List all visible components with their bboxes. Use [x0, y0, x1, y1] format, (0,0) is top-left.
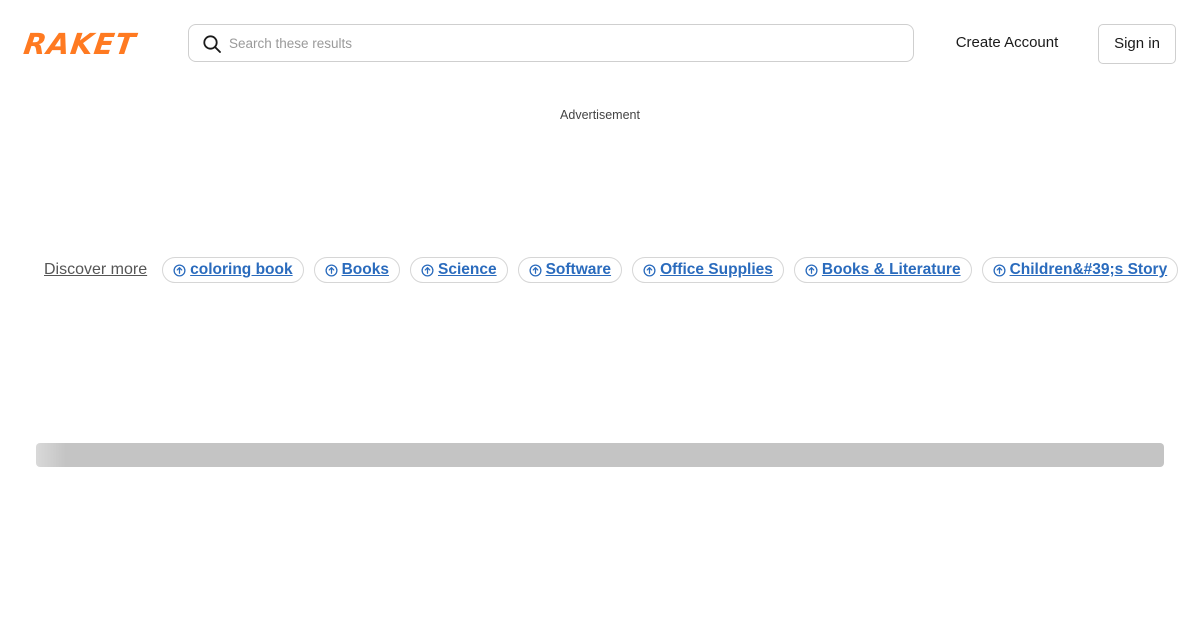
discover-chip-label: Software — [545, 261, 612, 278]
discover-chip-label: Books & Literature — [821, 261, 961, 278]
search-input[interactable] — [229, 25, 899, 61]
circle-arrow-up-icon — [643, 263, 656, 277]
loading-placeholder-bar — [36, 443, 1164, 467]
discover-chip-label: coloring book — [190, 261, 293, 278]
site-header: RAKET Create Account Sign in — [0, 0, 1200, 86]
discover-chip-label: Science — [437, 261, 497, 278]
discover-chip[interactable]: Office Supplies — [632, 257, 784, 283]
advertisement-label: Advertisement — [560, 108, 640, 122]
search-icon — [203, 35, 221, 53]
circle-arrow-up-icon — [325, 263, 338, 277]
discover-chip[interactable]: Books — [313, 257, 400, 283]
discover-chip[interactable]: Children&#39;s Story — [981, 257, 1179, 283]
discover-chip-label: Children&#39;s Story — [1009, 261, 1168, 278]
create-account-button[interactable]: Create Account — [940, 24, 1074, 62]
discover-chip[interactable]: coloring book — [162, 257, 304, 283]
discover-chip-label: Office Supplies — [660, 261, 773, 278]
circle-arrow-up-icon — [173, 263, 186, 277]
sign-in-button[interactable]: Sign in — [1098, 24, 1176, 64]
circle-arrow-up-icon — [421, 263, 434, 277]
discover-chip[interactable]: Science — [409, 257, 508, 283]
circle-arrow-up-icon — [529, 263, 542, 277]
discover-more-link[interactable]: Discover more — [44, 261, 147, 279]
discover-chip[interactable]: Books & Literature — [793, 257, 972, 283]
discover-chip-label: Books — [341, 261, 389, 278]
circle-arrow-up-icon — [805, 263, 818, 277]
discover-chip[interactable]: Software — [517, 257, 623, 283]
discover-more-row: Discover more coloring book Books Science S… — [44, 256, 1188, 284]
circle-arrow-up-icon — [993, 263, 1006, 277]
logo-text: RAKET — [21, 27, 139, 61]
search-bar[interactable] — [188, 24, 914, 62]
raket-logo[interactable]: RAKET — [21, 26, 158, 62]
